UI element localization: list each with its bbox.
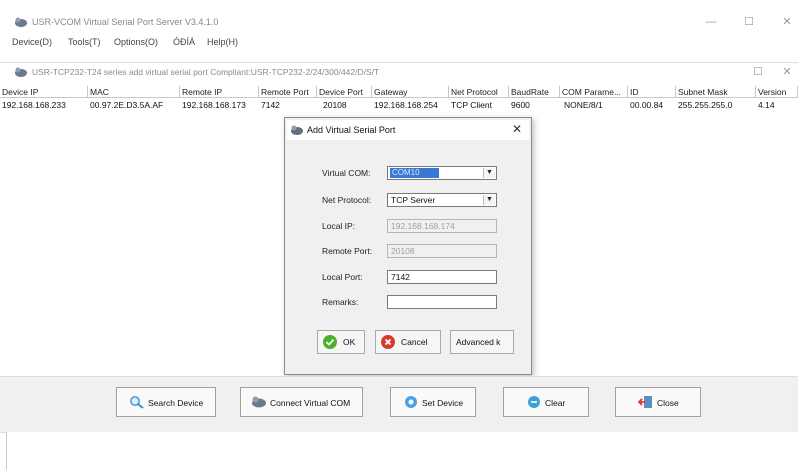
cancel-button[interactable]: Cancel xyxy=(375,330,441,354)
dialog-close-button[interactable]: ✕ xyxy=(508,121,526,137)
table-cell[interactable]: 20108 xyxy=(317,100,372,111)
window-title: USR-VCOM Virtual Serial Port Server V3.4… xyxy=(32,17,219,27)
menu-tools[interactable]: Tools(T) xyxy=(68,37,101,47)
check-icon xyxy=(323,335,337,349)
search-icon xyxy=(130,396,144,409)
clear-icon xyxy=(528,396,540,408)
local-ip-label: Local IP: xyxy=(322,221,356,231)
column-header[interactable]: MAC xyxy=(88,86,180,98)
menu-options[interactable]: Options(O) xyxy=(114,37,158,47)
local-port-field[interactable]: 7142 xyxy=(387,270,497,284)
dialog-title: Add Virtual Serial Port xyxy=(307,125,396,135)
close-button[interactable]: ✕ xyxy=(776,14,798,30)
column-header[interactable]: Remote Port xyxy=(259,86,317,98)
menu-device[interactable]: Device(D) xyxy=(12,37,52,47)
net-protocol-select[interactable]: TCP Server ▼ xyxy=(387,193,497,207)
cancel-label: Cancel xyxy=(401,337,428,347)
table-cell[interactable]: 255.255.255.0 xyxy=(676,100,756,111)
column-header[interactable]: Subnet Mask xyxy=(676,86,756,98)
table-cell[interactable]: 00.00.84 xyxy=(628,100,676,111)
column-header[interactable]: COM Parame... xyxy=(560,86,628,98)
set-device-button[interactable]: Set Device xyxy=(390,387,476,417)
search-device-button[interactable]: Search Device xyxy=(116,387,216,417)
virtual-com-value: COM10 xyxy=(390,168,439,178)
chevron-down-icon[interactable]: ▼ xyxy=(483,195,495,205)
connect-virtual-com-label: Connect Virtual COM xyxy=(270,398,351,408)
table-cell[interactable]: 4.14 xyxy=(756,100,798,111)
maximize-button[interactable]: ☐ xyxy=(738,14,760,30)
column-header[interactable]: Remote IP xyxy=(180,86,259,98)
remarks-label: Remarks: xyxy=(322,297,359,307)
virtual-com-label: Virtual COM: xyxy=(322,168,371,178)
close-tool-label: Close xyxy=(657,398,679,408)
search-device-label: Search Device xyxy=(148,398,204,408)
set-device-icon xyxy=(405,396,417,408)
table-cell[interactable]: 192.168.168.233 xyxy=(0,100,88,111)
virtual-com-select[interactable]: COM10 ▼ xyxy=(387,166,497,180)
table-cell[interactable]: NONE/8/1 xyxy=(560,100,628,111)
table-cell[interactable]: 7142 xyxy=(259,100,317,111)
table-cell[interactable]: 192.168.168.173 xyxy=(180,100,259,111)
table-cell[interactable]: TCP Client xyxy=(449,100,509,111)
column-header[interactable]: Device IP xyxy=(0,86,88,98)
clear-button[interactable]: Clear xyxy=(503,387,589,417)
advanced-button[interactable]: Advanced k xyxy=(450,330,514,354)
app-icon xyxy=(291,125,303,135)
remarks-field[interactable] xyxy=(387,295,497,309)
net-protocol-value: TCP Server xyxy=(391,195,436,205)
exit-door-icon xyxy=(638,396,652,408)
app-icon xyxy=(15,67,27,77)
log-area[interactable] xyxy=(6,432,798,470)
table-cell[interactable]: 00.97.2E.D3.5A.AF xyxy=(88,100,180,111)
remote-port-field: 20108 xyxy=(387,244,497,258)
inner-close-button[interactable]: ✕ xyxy=(776,64,798,80)
column-header[interactable]: Version xyxy=(756,86,798,98)
remote-port-label: Remote Port: xyxy=(322,246,373,256)
set-device-label: Set Device xyxy=(422,398,464,408)
close-tool-button[interactable]: Close xyxy=(615,387,701,417)
clear-label: Clear xyxy=(545,398,566,408)
cancel-icon xyxy=(381,335,395,349)
column-header[interactable]: BaudRate xyxy=(509,86,560,98)
local-port-label: Local Port: xyxy=(322,272,363,282)
app-icon xyxy=(15,17,27,27)
minimize-button[interactable]: — xyxy=(700,14,722,30)
menu-language[interactable]: ÓÐÍÁ xyxy=(173,37,195,47)
inner-window-title: USR-TCP232-T24 series add virtual serial… xyxy=(32,67,380,77)
advanced-label: Advanced k xyxy=(456,337,501,347)
ok-button[interactable]: OK xyxy=(317,330,365,354)
table-cell[interactable]: 9600 xyxy=(509,100,560,111)
ok-label: OK xyxy=(343,337,356,347)
table-cell[interactable]: 192.168.168.254 xyxy=(372,100,449,111)
column-header[interactable]: Device Port xyxy=(317,86,372,98)
connect-virtual-com-button[interactable]: Connect Virtual COM xyxy=(240,387,363,417)
column-header[interactable]: ID xyxy=(628,86,676,98)
inner-maximize-button[interactable]: ☐ xyxy=(747,64,769,80)
column-header[interactable]: Net Protocol xyxy=(449,86,509,98)
connect-icon xyxy=(252,396,266,408)
menu-help[interactable]: Help(H) xyxy=(207,37,238,47)
net-protocol-label: Net Protocol: xyxy=(322,195,372,205)
column-header[interactable]: Gateway xyxy=(372,86,449,98)
local-ip-field: 192.168.168.174 xyxy=(387,219,497,233)
chevron-down-icon[interactable]: ▼ xyxy=(483,168,495,178)
